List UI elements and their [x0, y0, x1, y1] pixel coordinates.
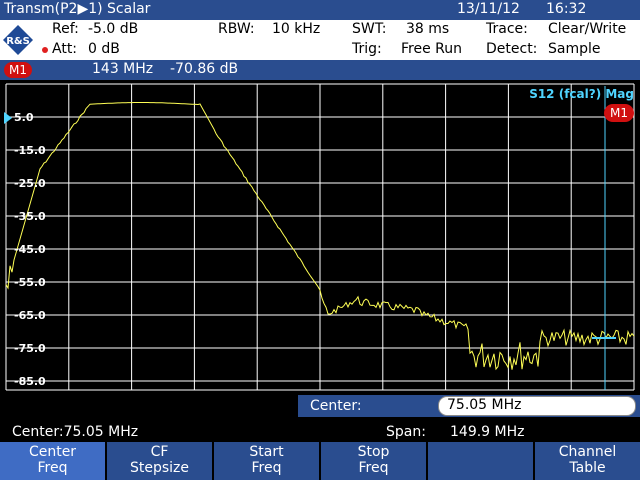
marker-frequency: 143 MHz	[92, 61, 154, 77]
y-axis-label: -55.0	[14, 276, 46, 289]
y-axis-label: 5.0	[14, 111, 34, 124]
y-axis-label: -45.0	[14, 243, 46, 256]
y-axis-label: -85.0	[14, 375, 46, 388]
trig-value[interactable]: Free Run	[401, 41, 462, 57]
status-bar: Center:75.05 MHz Span: 149.9 MHz	[0, 422, 640, 442]
marker-badge[interactable]: M1	[4, 62, 32, 78]
date-display: 13/11/12	[457, 1, 520, 17]
ref-value[interactable]: -5.0 dB	[88, 21, 138, 37]
mode-title: Transm(P2▶1) Scalar	[4, 1, 151, 17]
trace-plot-area[interactable]: 5.0 -15.0 -25.0 -35.0 -45.0 -55.0 -65.0 -75.0 -8…	[0, 80, 640, 420]
y-axis-label: -15.0	[14, 144, 46, 157]
softkey-label: Freq	[358, 460, 389, 476]
softkey-cf-stepsize[interactable]: CF Stepsize	[107, 442, 212, 480]
softkey-start-freq[interactable]: Start Freq	[214, 442, 319, 480]
softkey-center-freq[interactable]: Center Freq	[0, 442, 105, 480]
parameter-panel: R&S Ref: -5.0 dB Att: 0 dB RBW: 10 kHz S…	[0, 20, 640, 60]
span-value: 149.9 MHz	[450, 424, 525, 440]
softkey-label: Freq	[37, 460, 68, 476]
rs-logo-icon: R&S	[3, 25, 33, 55]
softkey-bar: Center Freq CF Stepsize Start Freq Stop …	[0, 442, 640, 480]
att-indicator-icon	[42, 47, 48, 53]
detect-value[interactable]: Sample	[548, 41, 601, 57]
y-axis-label: -65.0	[14, 309, 46, 322]
softkey-empty[interactable]	[428, 442, 533, 480]
softkey-label: Channel	[558, 444, 617, 460]
softkey-label: Center	[28, 444, 77, 460]
trace-plot-svg[interactable]	[0, 80, 640, 420]
title-bar: Transm(P2▶1) Scalar 13/11/12 16:32	[0, 0, 640, 20]
plot-marker-badge[interactable]: M1	[604, 104, 634, 122]
softkey-label: Start	[249, 444, 284, 460]
detect-label: Detect:	[486, 41, 538, 57]
trace-name-label: S12 (fcal?) Mag	[529, 87, 634, 101]
ref-label: Ref:	[52, 21, 79, 37]
center-entry-value: 75.05 MHz	[447, 397, 522, 413]
att-label: Att:	[52, 41, 78, 57]
rbw-label: RBW:	[218, 21, 255, 37]
center-entry-panel: Center: 75.05 MHz	[298, 395, 640, 417]
y-axis-label: -35.0	[14, 210, 46, 223]
y-axis-label: -75.0	[14, 342, 46, 355]
swt-label: SWT:	[352, 21, 387, 37]
rbw-value[interactable]: 10 kHz	[272, 21, 320, 37]
softkey-label: Stop	[357, 444, 390, 460]
trig-label: Trig:	[352, 41, 382, 57]
center-frequency-status: Center:75.05 MHz	[12, 424, 139, 440]
marker-level: -70.86 dB	[170, 61, 239, 77]
y-axis-label: -25.0	[14, 177, 46, 190]
softkey-label: CF	[150, 444, 169, 460]
center-entry-field[interactable]: 75.05 MHz	[438, 396, 636, 416]
trace-value[interactable]: Clear/Write	[548, 21, 626, 37]
softkey-label: Stepsize	[129, 460, 190, 476]
trace-label: Trace:	[486, 21, 528, 37]
reference-level-arrow-icon	[4, 112, 12, 124]
softkey-stop-freq[interactable]: Stop Freq	[321, 442, 426, 480]
marker-info-bar: M1 143 MHz -70.86 dB	[0, 60, 640, 80]
softkey-label: Table	[569, 460, 606, 476]
swt-value[interactable]: 38 ms	[406, 21, 449, 37]
att-value[interactable]: 0 dB	[88, 41, 120, 57]
time-display: 16:32	[546, 1, 587, 17]
center-entry-label: Center:	[310, 398, 362, 414]
span-label: Span:	[386, 424, 426, 440]
softkey-channel-table[interactable]: Channel Table	[535, 442, 640, 480]
svg-text:R&S: R&S	[6, 36, 30, 47]
softkey-label: Freq	[251, 460, 282, 476]
